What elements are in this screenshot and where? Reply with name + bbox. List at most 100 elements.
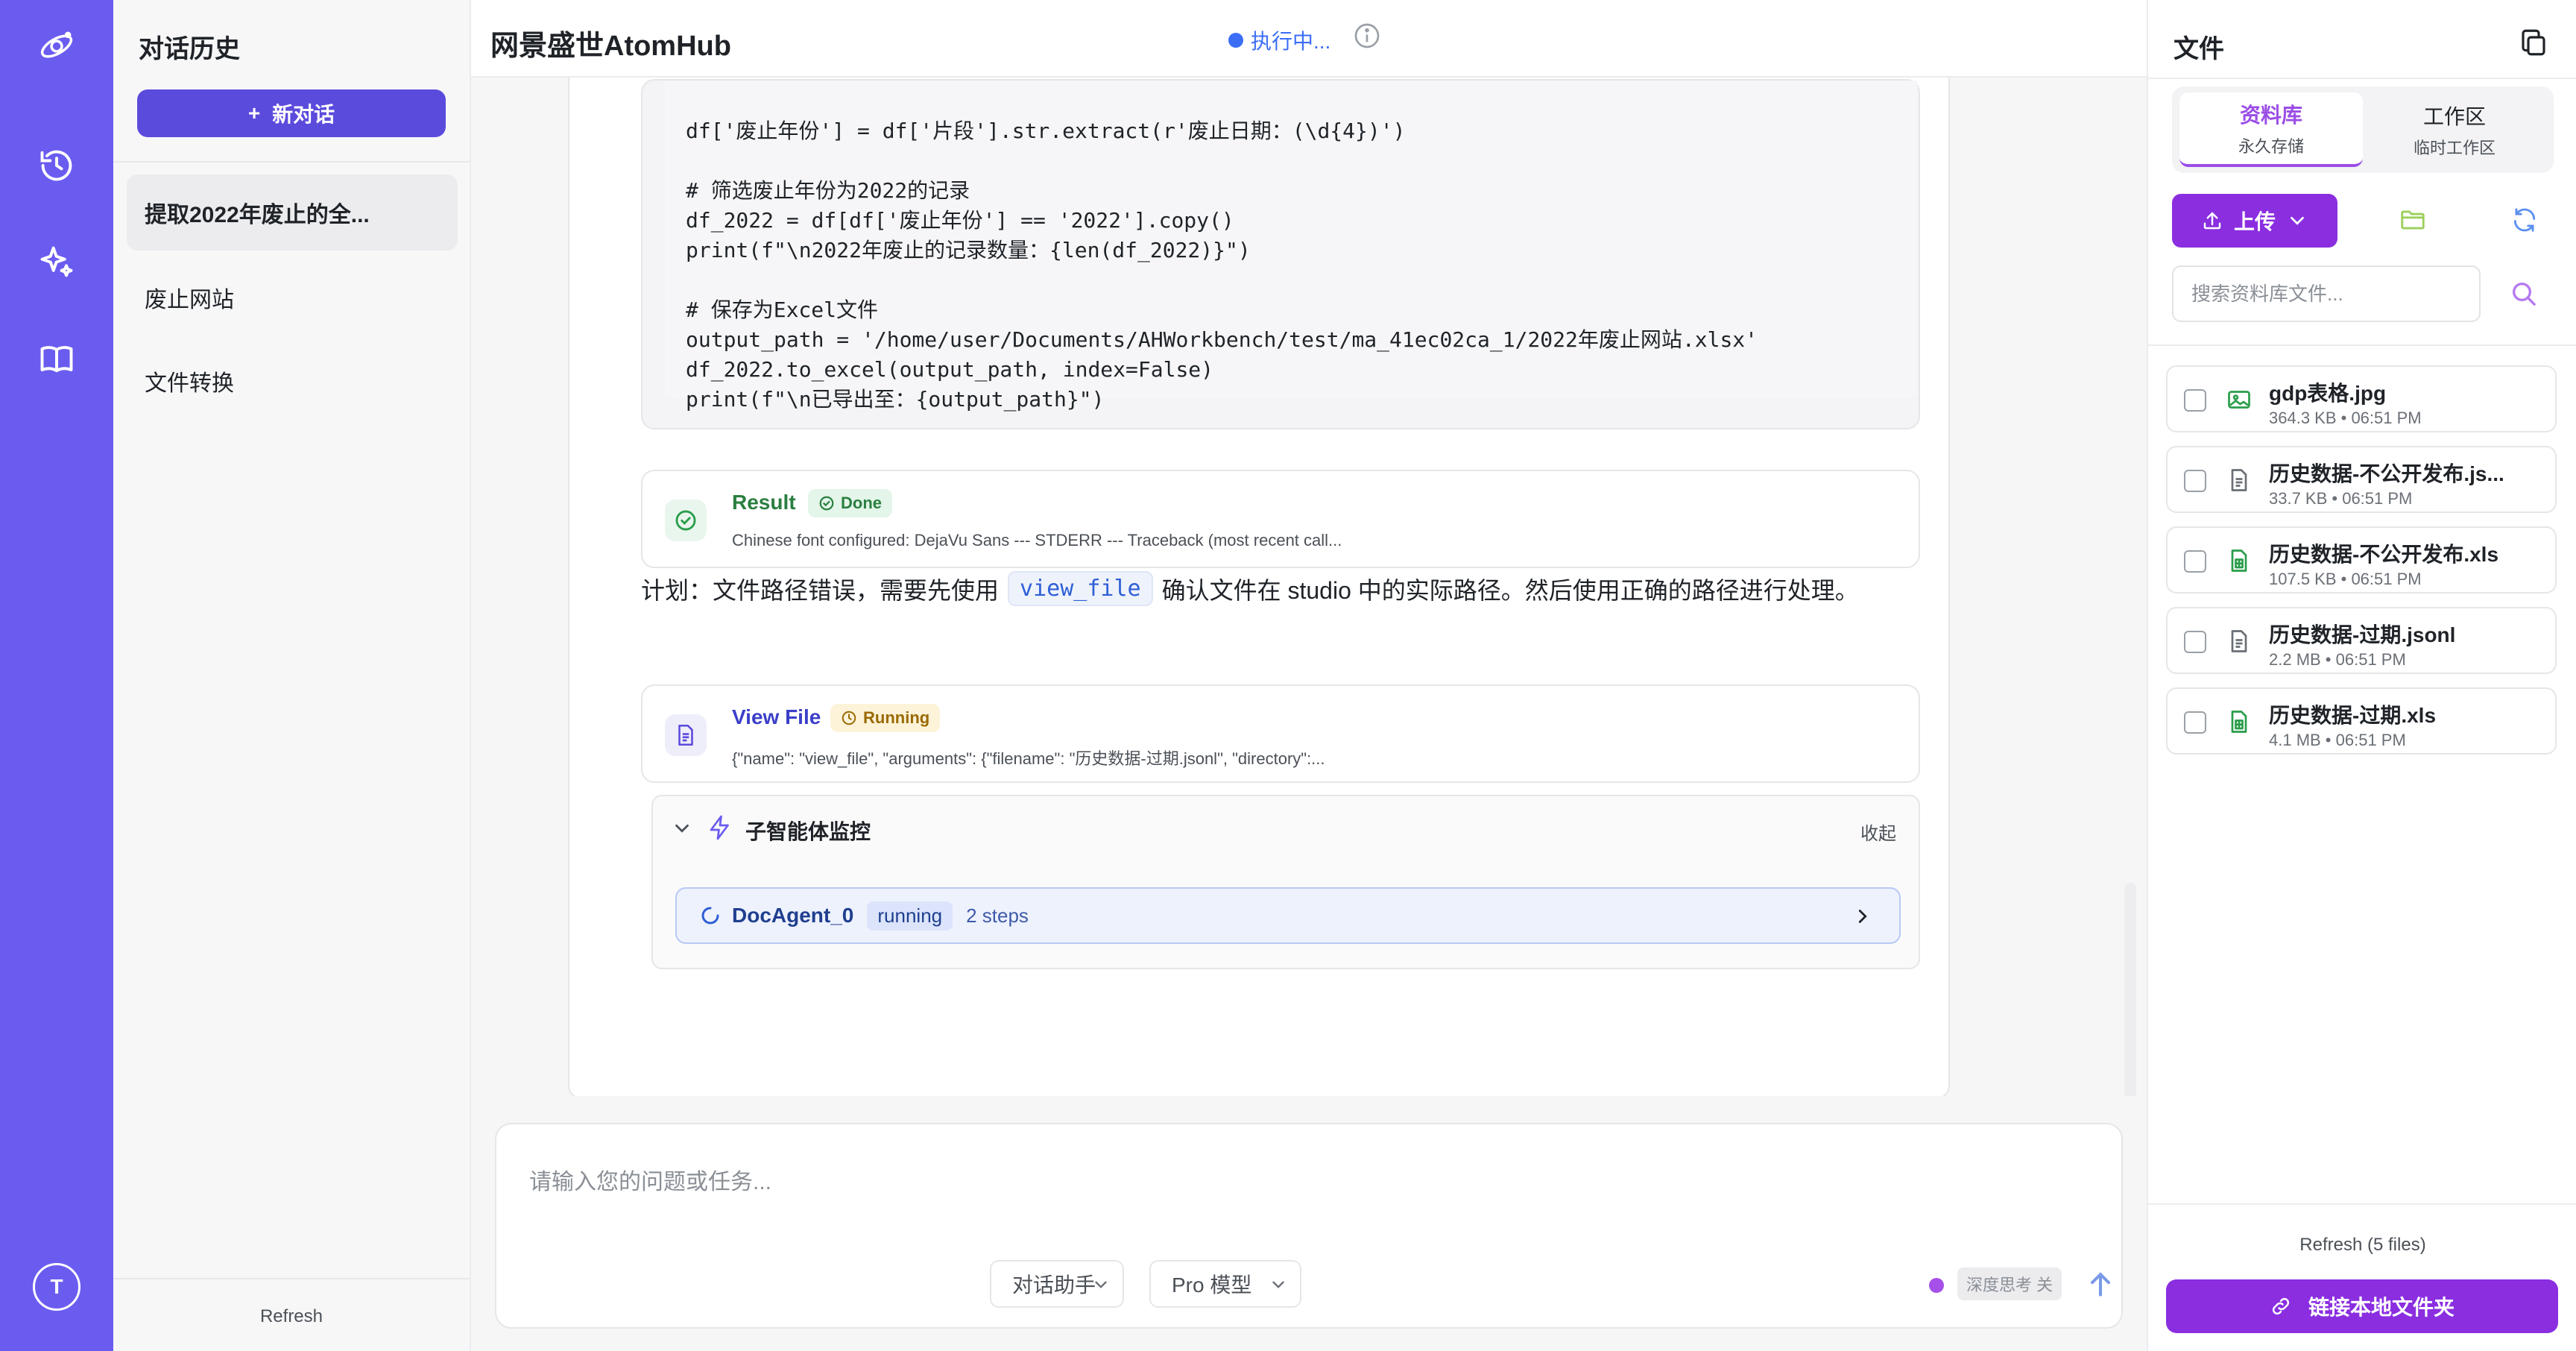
tool-name: Result (732, 491, 796, 514)
message-input[interactable] (529, 1160, 2080, 1205)
chevron-down-icon[interactable] (671, 817, 693, 840)
folder-icon[interactable] (2399, 206, 2427, 234)
code-line: # 保存为Excel文件 (686, 297, 879, 322)
book-icon[interactable] (28, 331, 85, 388)
tab-library[interactable]: 资料库 永久存储 (2179, 92, 2363, 167)
history-icon[interactable] (28, 137, 85, 194)
plan-prefix: 计划：文件路径错误，需要先使用 (641, 576, 1000, 604)
file-item[interactable]: 历史数据-不公开发布.js... 33.7 KB • 06:51 PM (2166, 446, 2557, 513)
file-meta: 33.7 KB • 06:51 PM (2269, 489, 2413, 508)
file-checkbox[interactable] (2184, 470, 2206, 492)
file-checkbox[interactable] (2184, 389, 2206, 412)
deep-think-toggle[interactable]: 深度思考 关 (1957, 1267, 2062, 1300)
history-item[interactable]: 废止网站 (127, 259, 458, 336)
model-select[interactable]: Pro 模型 (1149, 1260, 1301, 1308)
history-sidebar: 对话历史 + 新对话 提取2022年废止的全... 废止网站 文件转换 Refr… (113, 0, 471, 1351)
tool-detail: {"name": "view_file", "arguments": {"fil… (732, 749, 1325, 768)
file-name: gdp表格.jpg (2269, 382, 2387, 405)
files-panel: 文件 资料库 永久存储 工作区 临时工作区 上传 gdp表格.jpg 364.3 (2147, 0, 2576, 1351)
link-folder-label: 链接本地文件夹 (2308, 1296, 2455, 1319)
chevron-right-icon (1852, 905, 1874, 928)
composer: 对话助手 Pro 模型 深度思考 关 (495, 1123, 2123, 1329)
history-item-label: 提取2022年废止的全... (145, 203, 370, 227)
sparkle-icon[interactable] (28, 234, 85, 291)
refresh-icon[interactable] (2510, 206, 2539, 234)
subagent-monitor: 子智能体监控 收起 DocAgent_0 running 2 steps (651, 795, 1920, 969)
badge-label: Done (841, 494, 882, 512)
new-chat-label: 新对话 (272, 103, 335, 126)
link-local-folder-button[interactable]: 链接本地文件夹 (2166, 1279, 2558, 1333)
link-icon (2272, 1297, 2290, 1315)
status-badge: Done (808, 489, 892, 517)
agent-steps: 2 steps (966, 904, 1029, 927)
composer-area: 对话助手 Pro 模型 深度思考 关 (471, 1096, 2147, 1351)
collapse-button[interactable]: 收起 (1860, 819, 1896, 845)
divider (2148, 344, 2576, 346)
file-checkbox[interactable] (2184, 631, 2206, 653)
upload-icon (2203, 212, 2221, 230)
chevron-down-icon (2291, 216, 2304, 225)
subagent-row[interactable]: DocAgent_0 running 2 steps (675, 887, 1901, 944)
monitor-header: 子智能体监控 收起 (653, 796, 1919, 862)
divider (113, 1278, 470, 1279)
file-item[interactable]: 历史数据-不公开发布.xls 107.5 KB • 06:51 PM (2166, 526, 2557, 593)
tool-detail: Chinese font configured: DejaVu Sans ---… (732, 531, 1342, 549)
file-meta: 2.2 MB • 06:51 PM (2269, 650, 2406, 669)
send-arrow-icon[interactable] (2084, 1266, 2117, 1302)
file-item[interactable]: 历史数据-过期.xls 4.1 MB • 06:51 PM (2166, 687, 2557, 755)
history-item[interactable]: 提取2022年废止的全... (127, 174, 458, 251)
new-chat-button[interactable]: + 新对话 (137, 89, 446, 137)
file-item[interactable]: gdp表格.jpg 364.3 KB • 06:51 PM (2166, 365, 2557, 432)
code-line: output_path = '/home/user/Documents/AHWo… (686, 327, 1758, 352)
app-rail: T (0, 0, 113, 1351)
files-refresh-button[interactable]: Refresh (5 files) (2148, 1235, 2576, 1256)
code-line: # 筛选废止年份为2022的记录 (686, 178, 970, 203)
status-badge: Running (830, 704, 941, 732)
divider (113, 161, 470, 163)
upload-button[interactable]: 上传 (2172, 194, 2337, 248)
spreadsheet-file-icon (2226, 547, 2253, 574)
result-tool-card[interactable]: Result Done Chinese font configured: Dej… (641, 470, 1920, 568)
badge-label: Running (863, 708, 930, 727)
upload-label: 上传 (2233, 210, 2276, 233)
chat-area[interactable]: df['废止年份'] = df['片段'].str.extract(r'废止日期… (471, 78, 2147, 1096)
main-panel: 网景盛世AtomHub 执行中... df['废止年份'] = df['片段']… (471, 0, 2147, 1351)
info-icon[interactable] (1352, 21, 1382, 51)
file-checkbox[interactable] (2184, 550, 2206, 573)
image-file-icon (2226, 386, 2253, 413)
logo-icon[interactable] (28, 18, 85, 75)
code-content: df['废止年份'] = df['片段'].str.extract(r'废止日期… (665, 81, 1917, 412)
history-item[interactable]: 文件转换 (127, 343, 458, 419)
file-name: 历史数据-过期.xls (2269, 704, 2437, 727)
check-icon (819, 496, 834, 511)
history-item-label: 废止网站 (145, 288, 234, 312)
tab-label: 资料库 (2239, 104, 2302, 127)
file-name: 历史数据-不公开发布.js... (2269, 462, 2504, 485)
file-checkbox[interactable] (2184, 711, 2206, 734)
divider (2148, 78, 2576, 79)
file-name: 历史数据-过期.jsonl (2269, 623, 2456, 646)
spreadsheet-file-icon (2226, 708, 2253, 735)
library-search-input[interactable] (2172, 265, 2481, 322)
code-line: df_2022 = df[df['废止年份'] == '2022'].copy(… (686, 208, 1234, 233)
user-avatar[interactable]: T (33, 1263, 80, 1311)
document-icon (665, 714, 707, 756)
history-refresh-button[interactable]: Refresh (113, 1306, 470, 1327)
history-item-label: 文件转换 (145, 371, 234, 396)
inline-code: view_file (1008, 571, 1153, 606)
code-block: df['废止年份'] = df['片段'].str.extract(r'废止日期… (641, 79, 1920, 429)
tab-workspace[interactable]: 工作区 临时工作区 (2363, 92, 2546, 167)
file-item[interactable]: 历史数据-过期.jsonl 2.2 MB • 06:51 PM (2166, 607, 2557, 674)
search-icon[interactable] (2509, 279, 2539, 309)
code-line: df['废止年份'] = df['片段'].str.extract(r'废止日期… (686, 119, 1406, 143)
view-file-tool-card[interactable]: View File Running {"name": "view_file", … (641, 684, 1920, 783)
assistant-select[interactable]: 对话助手 (990, 1260, 1124, 1308)
scrollbar[interactable] (2124, 883, 2136, 1096)
document-file-icon (2226, 628, 2253, 655)
bolt-icon (707, 814, 733, 841)
agent-state-badge: running (867, 901, 953, 930)
files-title: 文件 (2174, 35, 2224, 63)
copy-icon[interactable] (2518, 27, 2549, 58)
